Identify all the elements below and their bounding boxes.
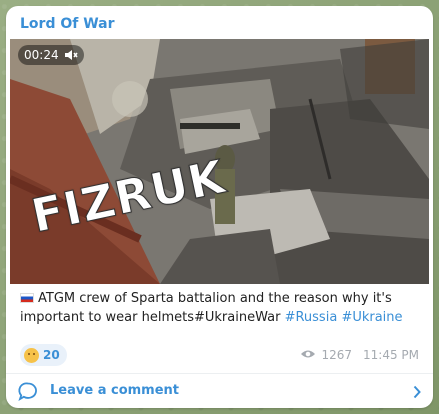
channel-post: Lord Of War 00:24 FIZRUK ATGM crew of Sp… (6, 6, 433, 408)
comment-bubble-icon (18, 382, 38, 405)
eye-icon (300, 348, 316, 362)
post-text: ATGM crew of Sparta battalion and the re… (20, 289, 420, 327)
reaction-count: 20 (43, 348, 60, 362)
video-duration: 00:24 (24, 48, 59, 62)
muted-speaker-icon[interactable] (64, 49, 78, 61)
chevron-right-icon (413, 384, 421, 403)
view-count: 1267 (321, 348, 352, 362)
video-duration-badge: 00:24 (18, 45, 84, 65)
reaction-button[interactable]: 20 (20, 344, 67, 366)
post-time: 11:45 PM (363, 348, 419, 362)
channel-name[interactable]: Lord Of War (20, 16, 115, 32)
leave-comment-button[interactable]: Leave a comment (6, 374, 433, 408)
hashtag-ukraine[interactable]: #Ukraine (341, 310, 402, 325)
hashtag-russia[interactable]: #Russia (285, 310, 338, 325)
leave-comment-label: Leave a comment (50, 383, 180, 398)
grinning-emoji-icon (24, 347, 39, 363)
video-preview[interactable]: 00:24 FIZRUK (10, 39, 429, 284)
russia-flag-icon (20, 293, 34, 303)
post-meta: 1267 11:45 PM (300, 348, 419, 362)
